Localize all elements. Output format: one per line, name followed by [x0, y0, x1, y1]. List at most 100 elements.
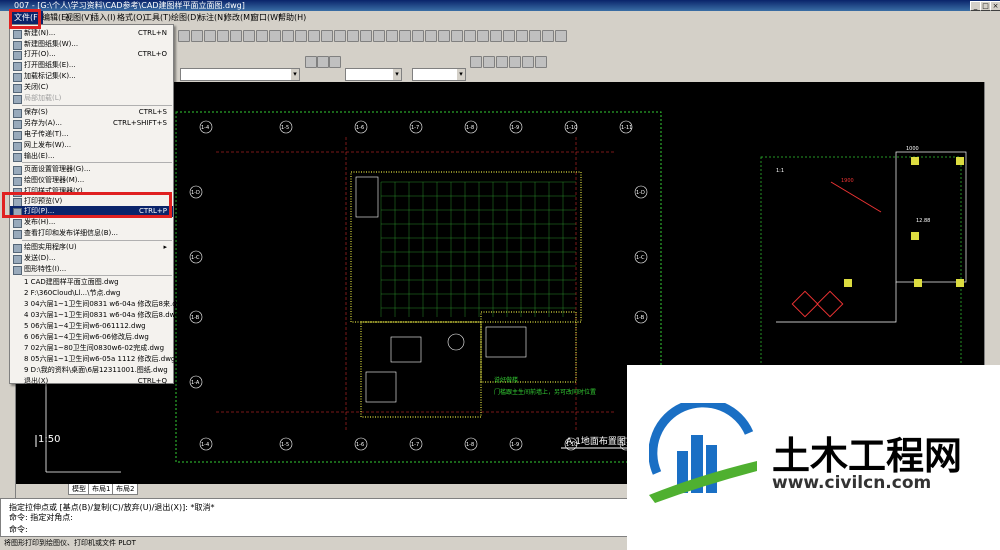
menu-separator: [22, 105, 172, 106]
toolbar-tool-icon[interactable]: [217, 30, 229, 42]
toolbar-tool-icon[interactable]: [204, 30, 216, 42]
menu-item-label: 查看打印和发布详细信息(B)...: [24, 229, 118, 237]
menu-separator: [22, 275, 172, 276]
toolbar-tool-icon[interactable]: [321, 30, 333, 42]
axis-label: 1-4: [201, 442, 209, 448]
toolbar-tool-icon[interactable]: [483, 56, 495, 68]
toolbar-tool-icon[interactable]: [308, 30, 320, 42]
file-menu-item[interactable]: 7 02六层1~80卫生间0830w6-02完成.dwg: [10, 343, 173, 354]
tab-layout1[interactable]: 布局1: [88, 484, 115, 495]
toolbar-tool-icon[interactable]: [347, 30, 359, 42]
toolbar-dropdown[interactable]: [412, 68, 466, 81]
toolbar-tool-icon[interactable]: [496, 56, 508, 68]
toolbar-dropdown[interactable]: [345, 68, 402, 81]
file-menu-item[interactable]: 页面设置管理器(G)...: [10, 164, 173, 175]
file-menu-item[interactable]: 网上发布(W)...: [10, 140, 173, 151]
toolbar-tool-icon[interactable]: [256, 30, 268, 42]
menu-item-icon: [13, 219, 22, 228]
menu-item-icon: [13, 255, 22, 264]
menu-item-icon: [13, 142, 22, 151]
command-line-2: 命令: 指定对角点:: [9, 513, 73, 522]
file-menu-item[interactable]: 另存为(A)... CTRL+SHIFT+S: [10, 118, 173, 129]
toolbar-tool-icon[interactable]: [386, 30, 398, 42]
toolbar-tool-icon[interactable]: [191, 30, 203, 42]
axis-label: 1-7: [411, 125, 419, 131]
toolbar-tool-icon[interactable]: [522, 56, 534, 68]
file-menu-item[interactable]: 退出(X) CTRL+Q: [10, 376, 173, 387]
file-menu-item[interactable]: 关闭(C): [10, 82, 173, 93]
axis-label: 1-4: [201, 125, 209, 131]
toolbar-tool-icon[interactable]: [230, 30, 242, 42]
file-menu-item[interactable]: 4 03六层1~1卫生间0831 w6-04a 修改后8.dwg: [10, 310, 180, 321]
menu-bar: 文件(F) 编辑(E) 视图(V) 插入(I) 格式(O) 工具(T) 绘图(D…: [0, 11, 1000, 24]
toolbar-tool-icon[interactable]: [490, 30, 502, 42]
tab-model[interactable]: 模型: [68, 484, 90, 495]
file-menu-item[interactable]: 5 06六层1~4卫生间w6-061112.dwg: [10, 321, 173, 332]
file-menu-item[interactable]: 发布(H)...: [10, 217, 173, 228]
toolbar-tool-icon[interactable]: [373, 30, 385, 42]
toolbar-tool-icon[interactable]: [305, 56, 317, 68]
menu-item-shortcut: CTRL+SHIFT+S: [112, 119, 167, 127]
toolbar-tool-icon[interactable]: [334, 30, 346, 42]
toolbar-tool-icon[interactable]: [477, 30, 489, 42]
toolbar-tool-icon[interactable]: [295, 30, 307, 42]
menu-item-label: 电子传递(T)...: [24, 130, 69, 138]
toolbar-tool-icon[interactable]: [503, 30, 515, 42]
toolbar-tool-icon[interactable]: [529, 30, 541, 42]
toolbar-dropdown[interactable]: [180, 68, 300, 81]
menu-item-label: 网上发布(W)...: [24, 141, 72, 149]
file-menu-item[interactable]: 加载标记集(K)...: [10, 71, 173, 82]
menu-help[interactable]: 帮助(H): [276, 11, 308, 24]
file-menu-item[interactable]: 3 04六层1~1卫生间0831 w6-04a 修改后8来.dwg: [10, 299, 187, 310]
toolbar-tool-icon[interactable]: [470, 56, 482, 68]
toolbar-tool-icon[interactable]: [269, 30, 281, 42]
toolbar-tool-icon[interactable]: [535, 56, 547, 68]
file-menu-item[interactable]: 打开(O)... CTRL+O: [10, 49, 173, 60]
menu-item-label: 页面设置管理器(G)...: [24, 165, 91, 173]
file-menu-item[interactable]: 查看打印和发布详细信息(B)...: [10, 228, 173, 239]
menu-item-icon: [13, 51, 22, 60]
toolbar-tool-icon[interactable]: [412, 30, 424, 42]
toolbar-tool-icon[interactable]: [542, 30, 554, 42]
file-menu-item[interactable]: 绘图仪管理器(M)...: [10, 175, 173, 186]
menu-item-icon: [13, 95, 22, 104]
toolbar-tool-icon[interactable]: [329, 56, 341, 68]
toolbar-tool-icon[interactable]: [451, 30, 463, 42]
file-menu-highlight: [9, 9, 41, 29]
command-window[interactable]: 指定拉伸点或 [基点(B)/复制(C)/放弃(U)/退出(X)]: *取消* 命…: [0, 498, 642, 537]
toolbar-tool-icon[interactable]: [516, 30, 528, 42]
menu-insert[interactable]: 插入(I): [89, 11, 118, 24]
menu-item-icon: [13, 84, 22, 93]
file-menu-item[interactable]: 图形特性(I)...: [10, 264, 173, 275]
close-button[interactable]: ×: [990, 1, 1000, 11]
file-menu-item[interactable]: 打开图纸集(E)...: [10, 60, 173, 71]
file-menu-item[interactable]: 发送(D)...: [10, 253, 173, 264]
toolbar-tool-icon[interactable]: [464, 30, 476, 42]
file-menu-item[interactable]: 6 06六层1~4卫生间w6-06修改后.dwg: [10, 332, 173, 343]
file-menu-item[interactable]: 1 CAD建图样平面立面图.dwg: [10, 277, 173, 288]
file-menu-item[interactable]: 9 D:\我的资料\桌面\6层12311001.图纸.dwg: [10, 365, 173, 376]
file-menu-item[interactable]: 输出(E)...: [10, 151, 173, 162]
menu-item-label: 1 CAD建图样平面立面图.dwg: [24, 278, 119, 286]
right-dim-1: 1900: [841, 178, 854, 184]
toolbar-tool-icon[interactable]: [438, 30, 450, 42]
file-menu-item[interactable]: 2 F:\360Cloud\Ll...\节点.dwg: [10, 288, 173, 299]
tab-layout2[interactable]: 布局2: [112, 484, 139, 495]
toolbar-tool-icon[interactable]: [509, 56, 521, 68]
toolbar-tool-icon[interactable]: [317, 56, 329, 68]
toolbar-tool-icon[interactable]: [360, 30, 372, 42]
file-menu-item[interactable]: 电子传递(T)...: [10, 129, 173, 140]
file-menu-item[interactable]: 绘图实用程序(U) ▸: [10, 242, 173, 253]
toolbar-tool-icon[interactable]: [555, 30, 567, 42]
file-menu-item[interactable]: 保存(S) CTRL+S: [10, 107, 173, 118]
axis-label: 1-A: [191, 380, 200, 386]
file-menu-item[interactable]: 新建(N)... CTRL+N: [10, 28, 173, 39]
toolbar-tool-icon[interactable]: [399, 30, 411, 42]
toolbar-tool-icon[interactable]: [243, 30, 255, 42]
menu-item-label: 9 D:\我的资料\桌面\6层12311001.图纸.dwg: [24, 366, 168, 374]
toolbar-tool-icon[interactable]: [178, 30, 190, 42]
toolbar-tool-icon[interactable]: [425, 30, 437, 42]
toolbar-tool-icon[interactable]: [282, 30, 294, 42]
command-input[interactable]: 命令:: [9, 524, 28, 535]
file-menu-item[interactable]: 8 05六层1~1卫生间w6-05a 1112 修改后.dwg: [10, 354, 175, 365]
